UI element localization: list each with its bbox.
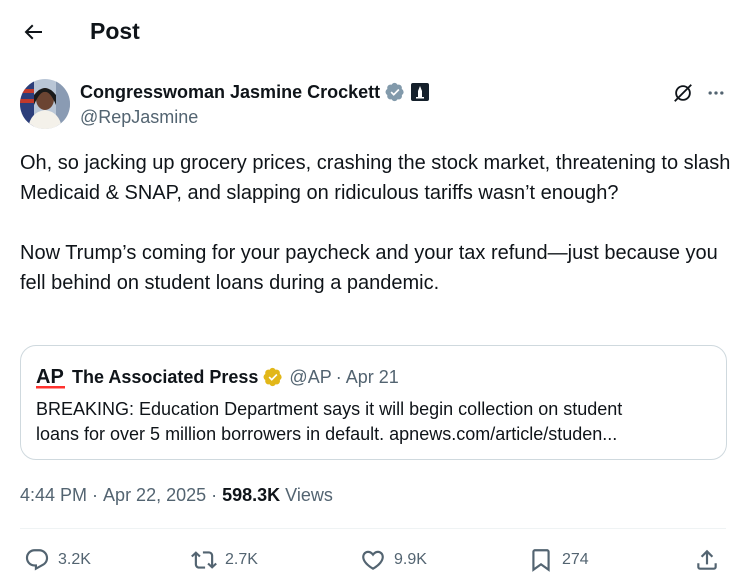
ap-logo-icon: AP (36, 365, 66, 389)
bookmark-icon (532, 549, 550, 572)
quoted-author-name: The Associated Press (72, 366, 259, 387)
reply-button[interactable]: 3.2K (24, 545, 91, 575)
repost-icon (191, 551, 217, 569)
verified-gold-badge-icon (263, 367, 283, 387)
reply-count: 3.2K (58, 551, 91, 568)
views-label: Views (285, 484, 333, 505)
more-options-button[interactable] (703, 80, 729, 106)
quoted-separator: · (335, 366, 342, 387)
avatar-image (20, 79, 70, 129)
quoted-text-line: loans for over 5 million borrowers in de… (36, 424, 618, 444)
author-name[interactable]: Congresswoman Jasmine Crockett (80, 80, 380, 104)
author-handle[interactable]: @RepJasmine (80, 105, 198, 129)
like-count: 9.9K (394, 551, 427, 568)
avatar[interactable] (20, 79, 70, 129)
quoted-author-handle: @AP (289, 366, 332, 387)
more-dots-icon (708, 91, 724, 95)
share-icon (697, 549, 717, 570)
divider (20, 528, 726, 529)
share-button[interactable] (694, 545, 720, 575)
quoted-post-text: BREAKING: Education Department says it w… (36, 397, 716, 447)
bookmark-button[interactable]: 274 (528, 545, 589, 575)
author-name-row: Congresswoman Jasmine Crockett (80, 80, 430, 104)
repost-count: 2.7K (225, 551, 258, 568)
page-title: Post (90, 18, 140, 44)
back-button[interactable] (18, 17, 48, 47)
verified-badge-icon[interactable] (385, 82, 405, 102)
post-time[interactable]: 4:44 PM (20, 485, 87, 506)
header-bar: Post (0, 0, 746, 62)
quoted-post-card[interactable]: AP The Associated Press @AP · Apr 21 BRE… (20, 345, 727, 460)
grok-button[interactable] (670, 80, 696, 106)
quoted-date: Apr 21 (345, 366, 399, 387)
quoted-post-header: AP The Associated Press @AP · Apr 21 (36, 364, 399, 390)
government-affiliate-icon[interactable] (411, 83, 430, 101)
meta-separator: · (92, 484, 99, 505)
reply-icon (25, 549, 49, 571)
heart-icon (362, 550, 384, 570)
post-date[interactable]: Apr 22, 2025 (103, 485, 206, 506)
grok-icon (674, 84, 692, 102)
like-button[interactable]: 9.9K (360, 545, 427, 575)
arrow-left-icon (24, 24, 42, 40)
quoted-text-line: BREAKING: Education Department says it w… (36, 399, 623, 419)
tweet-text: Oh, so jacking up grocery prices, crashi… (20, 152, 731, 294)
ap-logo-text: AP (36, 366, 64, 388)
views-count: 598.3K (222, 484, 281, 505)
meta-separator: · (211, 484, 218, 505)
repost-button[interactable]: 2.7K (191, 545, 258, 575)
post-meta: 4:44 PM · Apr 22, 2025 · 598.3K Views (20, 483, 333, 507)
bookmark-count: 274 (562, 551, 589, 568)
